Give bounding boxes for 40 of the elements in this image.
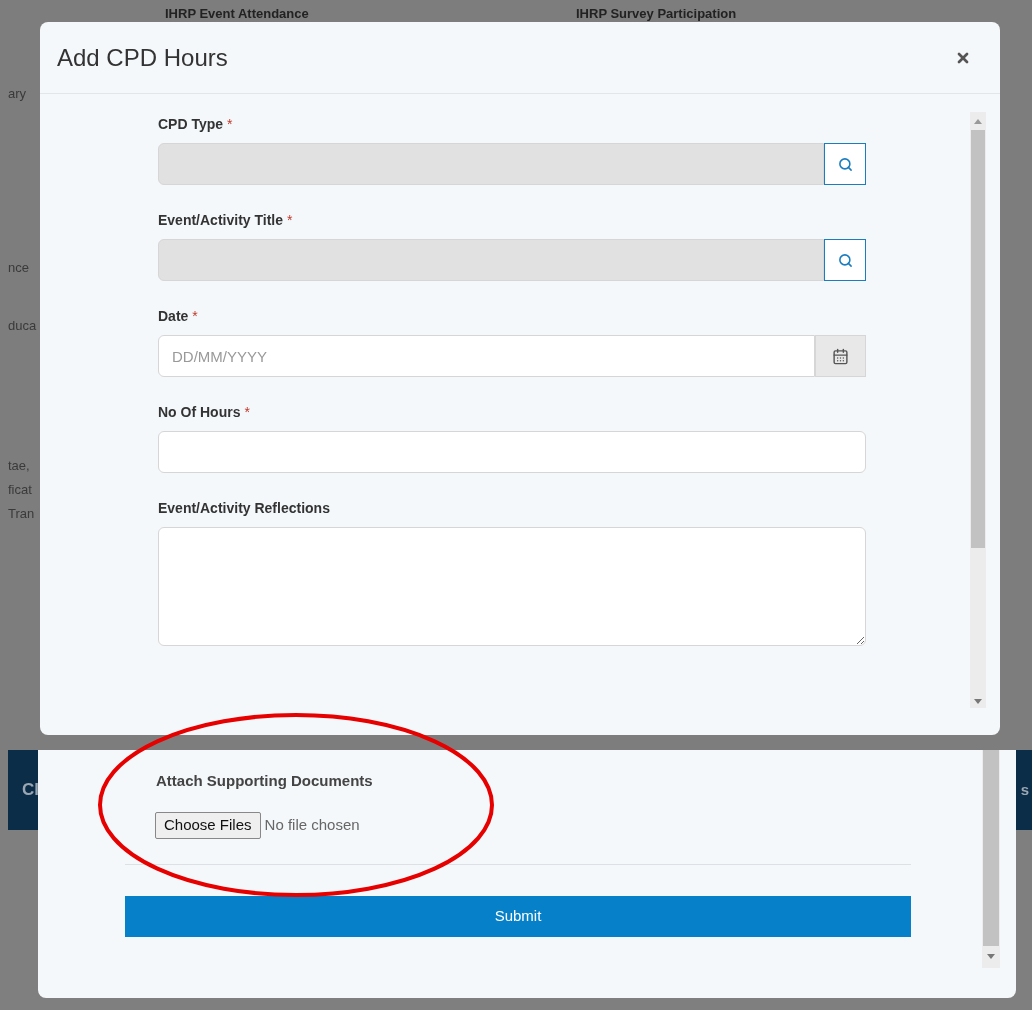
banner-text: Cl [22, 779, 39, 802]
lookup-field[interactable] [158, 239, 824, 281]
required-mark: * [192, 308, 198, 324]
background-text: tae, [8, 457, 30, 475]
search-button[interactable] [824, 239, 866, 281]
file-status: No file chosen [264, 814, 360, 835]
field-label: CPD Type [158, 116, 224, 132]
background-text: nce [8, 259, 29, 277]
search-icon [837, 252, 853, 268]
field-label: Event/Activity Title [158, 212, 283, 228]
reflections-field[interactable] [158, 527, 866, 646]
column-heading: IHRP Event Attendance [165, 5, 309, 23]
background-text: ficat [8, 481, 32, 499]
choose-files-button[interactable]: Choose Files [155, 811, 261, 839]
hours-field[interactable] [158, 431, 866, 473]
scrollbar[interactable] [970, 112, 986, 708]
submit-button[interactable]: Submit [125, 895, 911, 937]
required-mark: * [227, 116, 233, 132]
calendar-button[interactable] [815, 335, 866, 377]
calendar-icon [832, 347, 849, 365]
banner-text: s [1020, 779, 1029, 800]
field-label: No Of Hours [158, 404, 241, 420]
search-button[interactable] [824, 143, 866, 185]
modal-title: Add CPD Hours [57, 42, 228, 73]
search-icon [837, 156, 853, 172]
lookup-field[interactable] [158, 143, 824, 185]
background-text: ary [8, 85, 27, 103]
scroll-down-icon [974, 698, 982, 704]
column-heading: IHRP Survey Participation [576, 5, 737, 23]
background-text: duca [8, 317, 37, 335]
background-text: Tran [8, 505, 35, 523]
scrollbar[interactable] [982, 750, 1000, 968]
scroll-down-icon [987, 954, 995, 959]
field-label: Date [158, 308, 189, 324]
scroll-up-icon [974, 118, 982, 124]
date-field[interactable]: DD/MM/YYYY [158, 335, 815, 377]
field-label: Event/Activity Reflections [158, 500, 330, 516]
required-mark: * [244, 404, 250, 420]
attach-label: Attach Supporting Documents [155, 771, 374, 791]
required-mark: * [287, 212, 293, 228]
